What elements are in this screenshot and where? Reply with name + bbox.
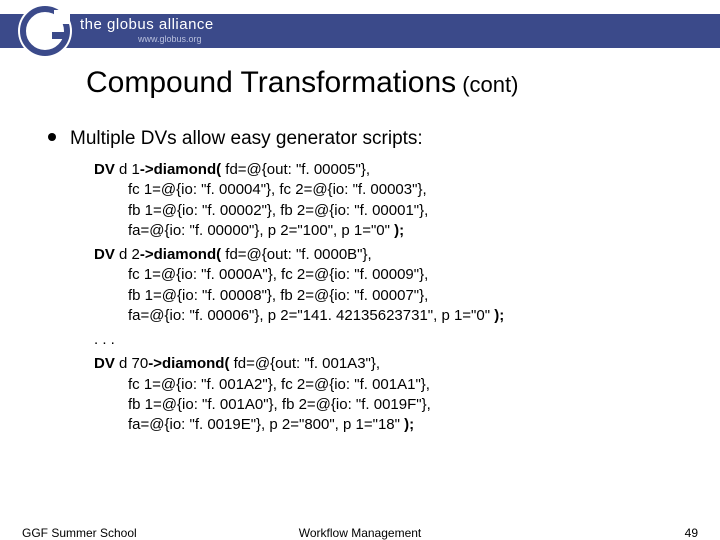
close-paren: ); <box>394 222 404 239</box>
arg-fb: fb 1=@{io: "f. 00008"}, fb 2=@{io: "f. 0… <box>94 286 694 306</box>
dv-name: d 1 <box>115 161 140 178</box>
brand-text: the globus alliance <box>80 16 214 33</box>
bullet-icon <box>48 133 56 141</box>
brand-url: www.globus.org <box>138 34 202 44</box>
arg-fb: fb 1=@{io: "f. 00002"}, fb 2=@{io: "f. 0… <box>94 201 694 221</box>
arg-fa: fa=@{io: "f. 0019E"}, p 2="800", p 1="18… <box>94 415 694 435</box>
bullet-line: Multiple DVs allow easy generator script… <box>48 128 423 150</box>
dv-block-2: DV d 2->diamond( fd=@{out: "f. 0000B"}, … <box>94 245 694 326</box>
arg-fb: fb 1=@{io: "f. 001A0"}, fb 2=@{io: "f. 0… <box>94 395 694 415</box>
footer-center: Workflow Management <box>0 526 720 540</box>
arg-fa-text: fa=@{io: "f. 0019E"}, p 2="800", p 1="18… <box>128 416 404 433</box>
arg-fd: fd=@{out: "f. 00005"}, <box>221 161 370 178</box>
arrow-call: ->diamond( <box>140 246 221 263</box>
arrow-call: ->diamond( <box>148 355 229 372</box>
arrow-call: ->diamond( <box>140 161 221 178</box>
bullet-text: Multiple DVs allow easy generator script… <box>70 128 423 149</box>
close-paren: ); <box>494 307 504 324</box>
arg-fd: fd=@{out: "f. 001A3"}, <box>229 355 380 372</box>
arg-fa: fa=@{io: "f. 00006"}, p 2="141. 42135623… <box>94 306 694 326</box>
close-paren: ); <box>404 416 414 433</box>
kw-dv: DV <box>94 246 115 263</box>
slide-title: Compound Transformations(cont) <box>86 66 518 100</box>
footer-page-number: 49 <box>685 526 698 540</box>
arg-fd: fd=@{out: "f. 0000B"}, <box>221 246 372 263</box>
title-suffix: (cont) <box>462 72 518 97</box>
dv-block-1: DV d 1->diamond( fd=@{out: "f. 00005"}, … <box>94 160 694 241</box>
kw-dv: DV <box>94 355 115 372</box>
arg-fc: fc 1=@{io: "f. 0000A"}, fc 2=@{io: "f. 0… <box>94 265 694 285</box>
arg-fc: fc 1=@{io: "f. 00004"}, fc 2=@{io: "f. 0… <box>94 180 694 200</box>
code-block: DV d 1->diamond( fd=@{out: "f. 00005"}, … <box>94 160 694 439</box>
arg-fa: fa=@{io: "f. 00000"}, p 2="100", p 1="0"… <box>94 221 694 241</box>
dv-name: d 70 <box>115 355 148 372</box>
arg-fa-text: fa=@{io: "f. 00000"}, p 2="100", p 1="0" <box>128 222 394 239</box>
arg-fa-text: fa=@{io: "f. 00006"}, p 2="141. 42135623… <box>128 307 494 324</box>
logo-gap <box>54 10 70 24</box>
arg-fc: fc 1=@{io: "f. 001A2"}, fc 2=@{io: "f. 0… <box>94 375 694 395</box>
dv-block-3: DV d 70->diamond( fd=@{out: "f. 001A3"},… <box>94 354 694 435</box>
title-main: Compound Transformations <box>86 66 456 99</box>
ellipsis: . . . <box>94 330 694 350</box>
kw-dv: DV <box>94 161 115 178</box>
dv-name: d 2 <box>115 246 140 263</box>
